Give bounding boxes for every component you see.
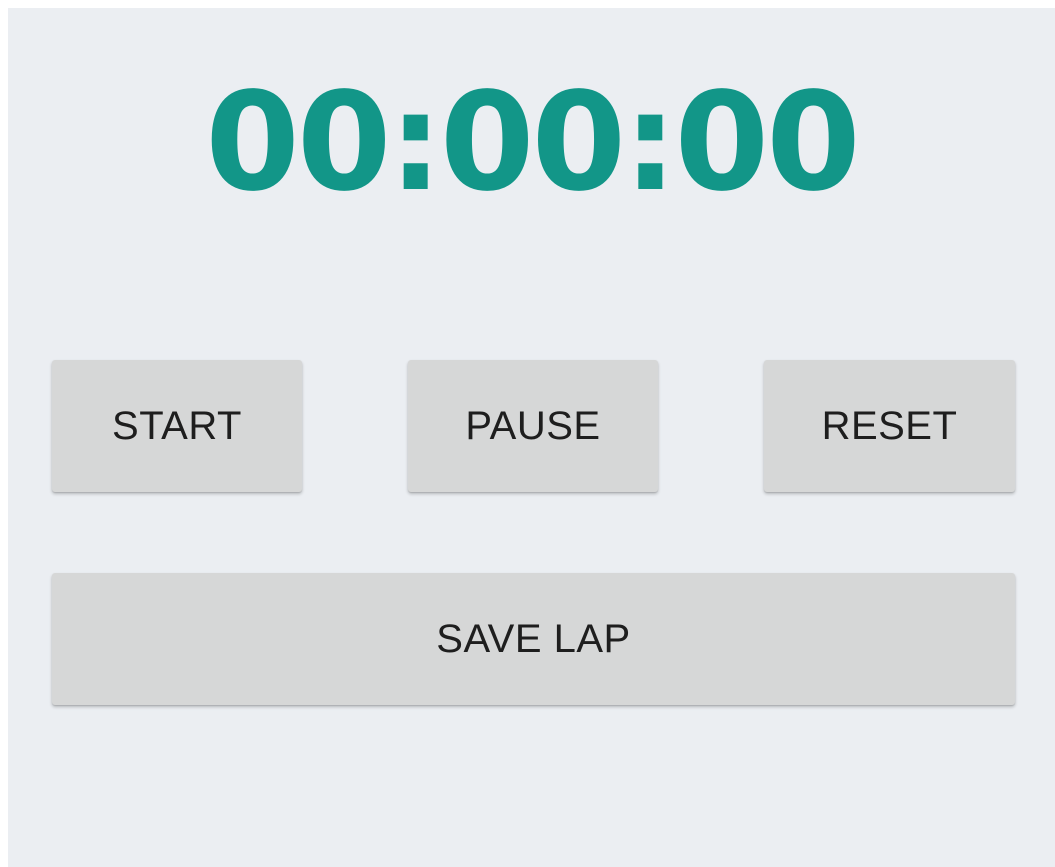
time-display: 00:00:00 <box>205 64 861 222</box>
stopwatch-screen: 00:00:00 START PAUSE RESET SAVE LAP <box>8 8 1055 867</box>
start-button[interactable]: START <box>52 360 302 492</box>
save-lap-button[interactable]: SAVE LAP <box>52 573 1015 705</box>
reset-button[interactable]: RESET <box>764 360 1015 492</box>
pause-button[interactable]: PAUSE <box>408 360 658 492</box>
